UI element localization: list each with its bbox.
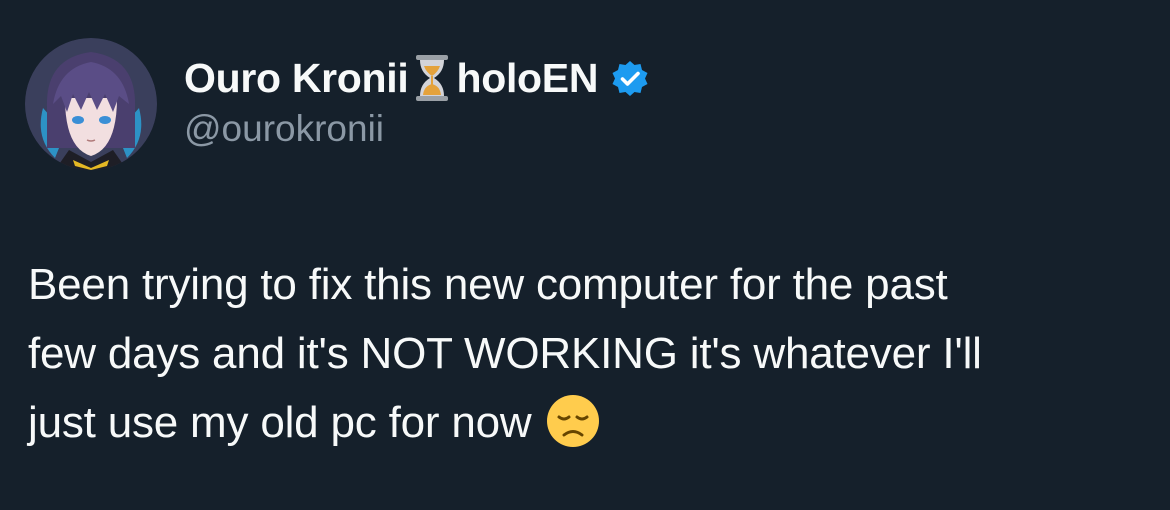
verified-badge-icon[interactable] <box>610 59 650 99</box>
tweet-text: Been trying to fix this new computer for… <box>28 250 1148 457</box>
author-name-suffix[interactable]: holoEN <box>456 55 598 102</box>
tweet-text-line: Been trying to fix this new computer for… <box>28 260 948 309</box>
disappointed-face-emoji-icon <box>545 393 601 449</box>
tweet-text-line: few days and it's NOT WORKING it's whate… <box>28 329 982 378</box>
author-name-row[interactable]: Ouro Kronii holoEN <box>184 52 650 104</box>
hourglass-icon <box>412 52 452 104</box>
author-handle[interactable]: @ourokronii <box>184 108 384 150</box>
author-display-name[interactable]: Ouro Kronii <box>184 55 409 102</box>
tweet-text-line: just use my old pc for now <box>28 398 532 447</box>
tweet-text-line-last: just use my old pc for now <box>28 388 1148 457</box>
avatar[interactable] <box>25 38 157 170</box>
avatar-image <box>25 38 157 170</box>
tweet-card: Ouro Kronii holoEN @ourokronii Been tryi… <box>0 0 1170 510</box>
